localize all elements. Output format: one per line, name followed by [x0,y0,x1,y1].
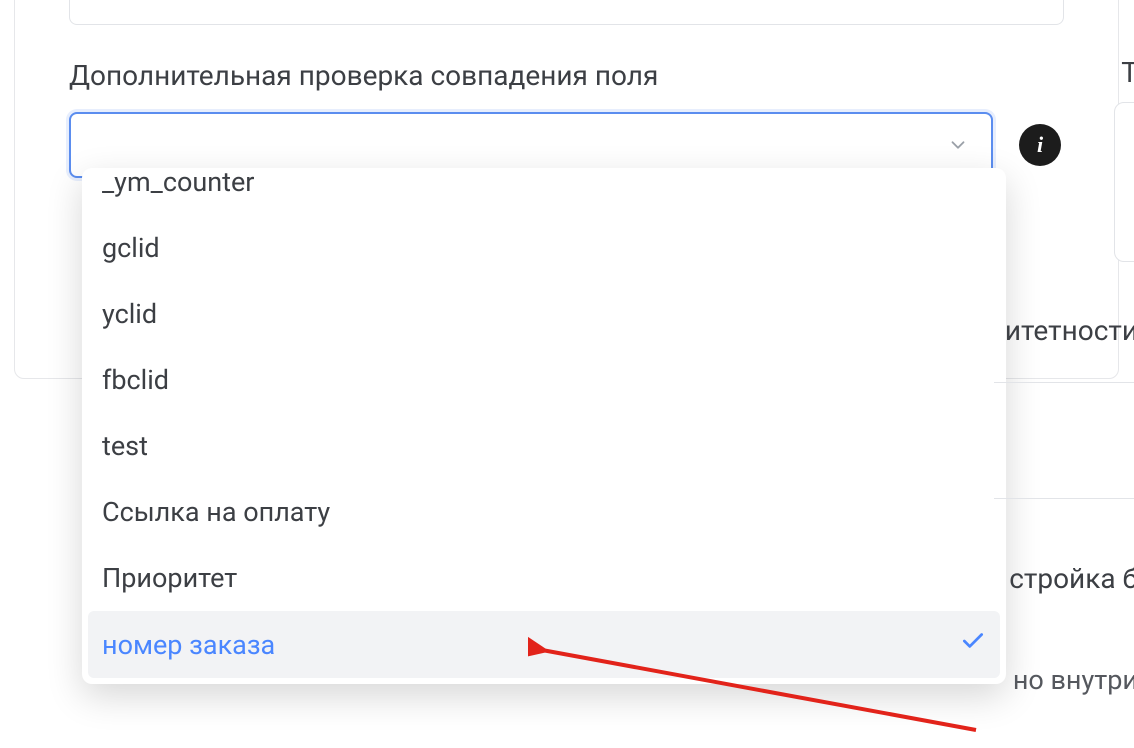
dropdown-option-label: _ym_counter [102,168,254,198]
dropdown-option-fbclid[interactable]: fbclid [88,347,1000,413]
dropdown-option-ym-counter[interactable]: _ym_counter [88,168,1000,215]
dropdown-option-label: yclid [102,298,157,330]
dropdown-option-payment-link[interactable]: Ссылка на оплату [88,479,1000,545]
match-field-dropdown: _ym_counter gclid yclid fbclid test Ссыл… [82,168,1006,684]
check-icon [960,628,986,661]
additional-match-check-label: Дополнительная проверка совпадения поля [69,59,1064,92]
dropdown-option-label: номер заказа [102,629,275,661]
dropdown-option-label: fbclid [102,364,169,396]
dropdown-option-priority[interactable]: Приоритет [88,545,1000,611]
dropdown-option-label: test [102,430,148,462]
top-text-input[interactable] [69,0,1064,25]
dropdown-option-label: Приоритет [102,562,237,594]
right-label-3: стройка б [1009,562,1134,595]
right-divider-2 [994,498,1134,499]
dropdown-option-order-number[interactable]: номер заказа [88,611,1000,678]
info-glyph: i [1037,132,1043,158]
right-label-4: но внутри [1013,664,1134,696]
dropdown-option-yclid[interactable]: yclid [88,281,1000,347]
right-divider-1 [994,382,1134,383]
dropdown-option-label: gclid [102,232,160,264]
chevron-down-icon [947,134,969,156]
viewport: Дополнительная проверка совпадения поля … [0,0,1134,748]
right-label-1: Т [1121,56,1134,89]
dropdown-option-label: Ссылка на оплату [102,496,330,528]
dropdown-option-test[interactable]: test [88,413,1000,479]
info-icon[interactable]: i [1019,124,1061,166]
dropdown-option-gclid[interactable]: gclid [88,215,1000,281]
